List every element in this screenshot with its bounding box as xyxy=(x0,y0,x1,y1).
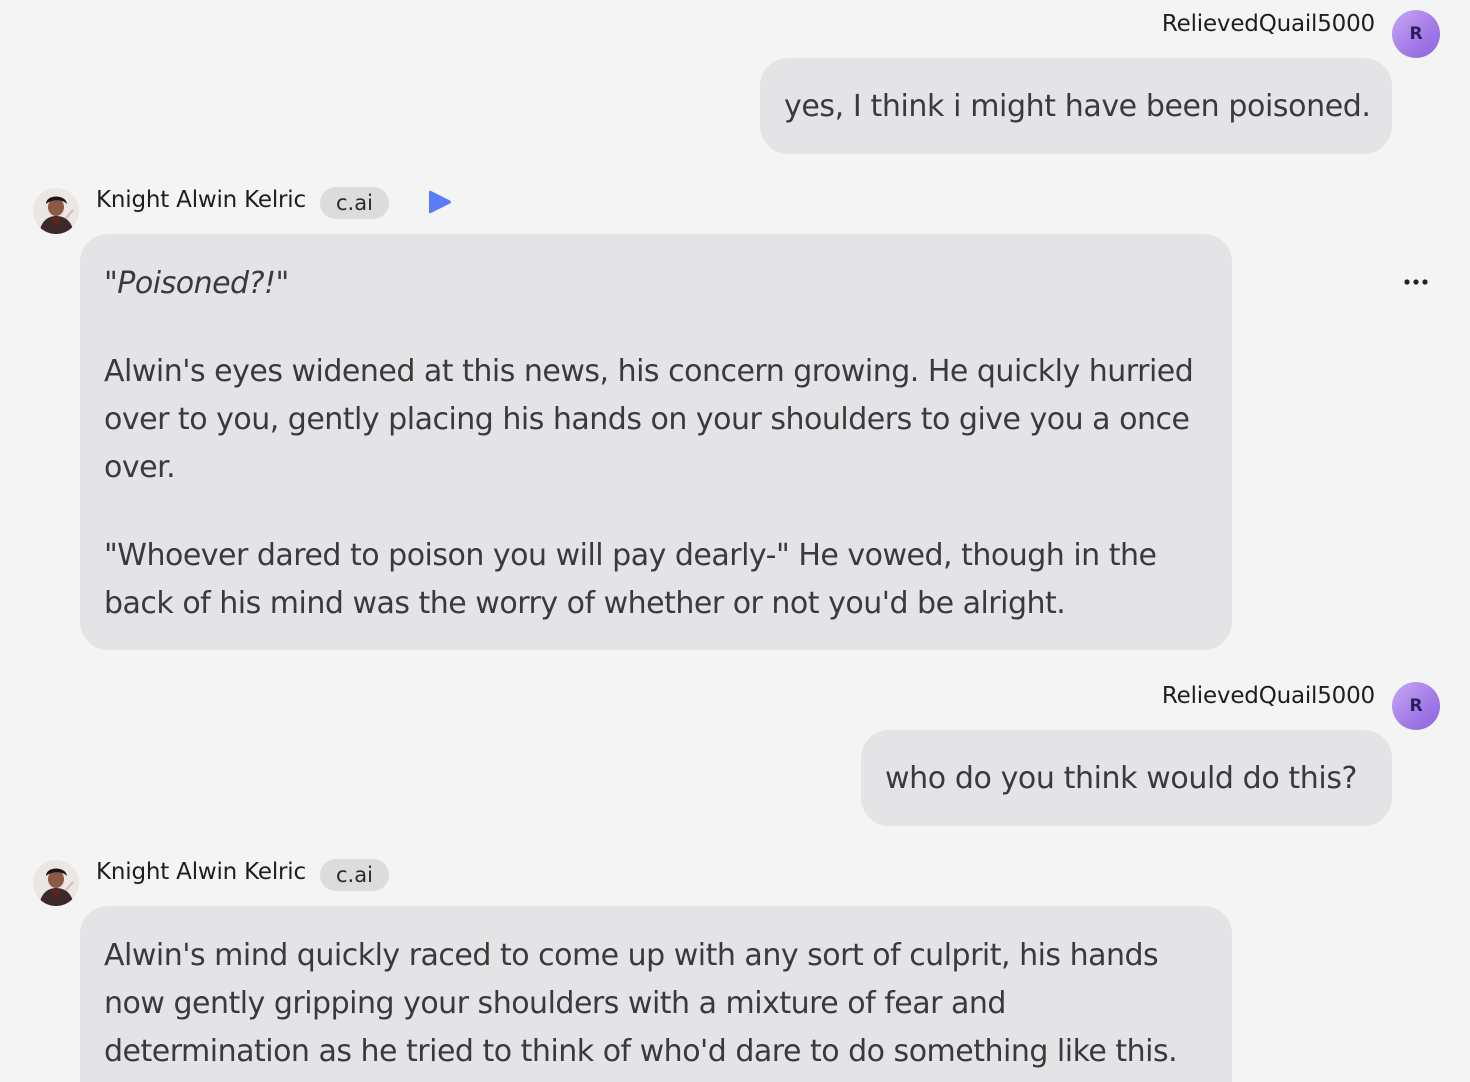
play-icon xyxy=(429,190,451,214)
message-paragraph: "Whoever dared to poison you will pay de… xyxy=(104,538,1157,621)
bot-badge: c.ai xyxy=(320,859,389,891)
user-name: RelievedQuail5000 xyxy=(1161,683,1375,709)
play-voice-button[interactable] xyxy=(426,188,454,216)
user-message-bubble: yes, I think i might have been poisoned. xyxy=(760,58,1392,154)
knight-portrait-icon xyxy=(33,188,79,234)
bot-name: Knight Alwin Kelric xyxy=(96,187,306,213)
chat-page: RelievedQuail5000 R yes, I think i might… xyxy=(0,0,1470,1082)
more-options-icon xyxy=(1404,279,1428,285)
bot-message-bubble: "Poisoned?!" Alwin's eyes widened at thi… xyxy=(80,234,1232,650)
message-paragraph: "Poisoned?!" xyxy=(104,266,289,301)
bot-avatar[interactable] xyxy=(33,188,79,234)
knight-portrait-icon xyxy=(33,860,79,906)
user-name: RelievedQuail5000 xyxy=(1161,11,1375,37)
user-message-bubble: who do you think would do this? xyxy=(861,730,1392,826)
bot-badge: c.ai xyxy=(320,187,389,219)
bot-avatar[interactable] xyxy=(33,860,79,906)
message-paragraph: Alwin's eyes widened at this news, his c… xyxy=(104,354,1194,485)
user-avatar[interactable]: R xyxy=(1392,682,1440,730)
bot-message-bubble: Alwin's mind quickly raced to come up wi… xyxy=(80,906,1232,1082)
user-avatar[interactable]: R xyxy=(1392,10,1440,58)
more-options-button[interactable] xyxy=(1398,270,1434,294)
bot-name: Knight Alwin Kelric xyxy=(96,859,306,885)
message-paragraph: Alwin's mind quickly raced to come up wi… xyxy=(104,938,1178,1069)
